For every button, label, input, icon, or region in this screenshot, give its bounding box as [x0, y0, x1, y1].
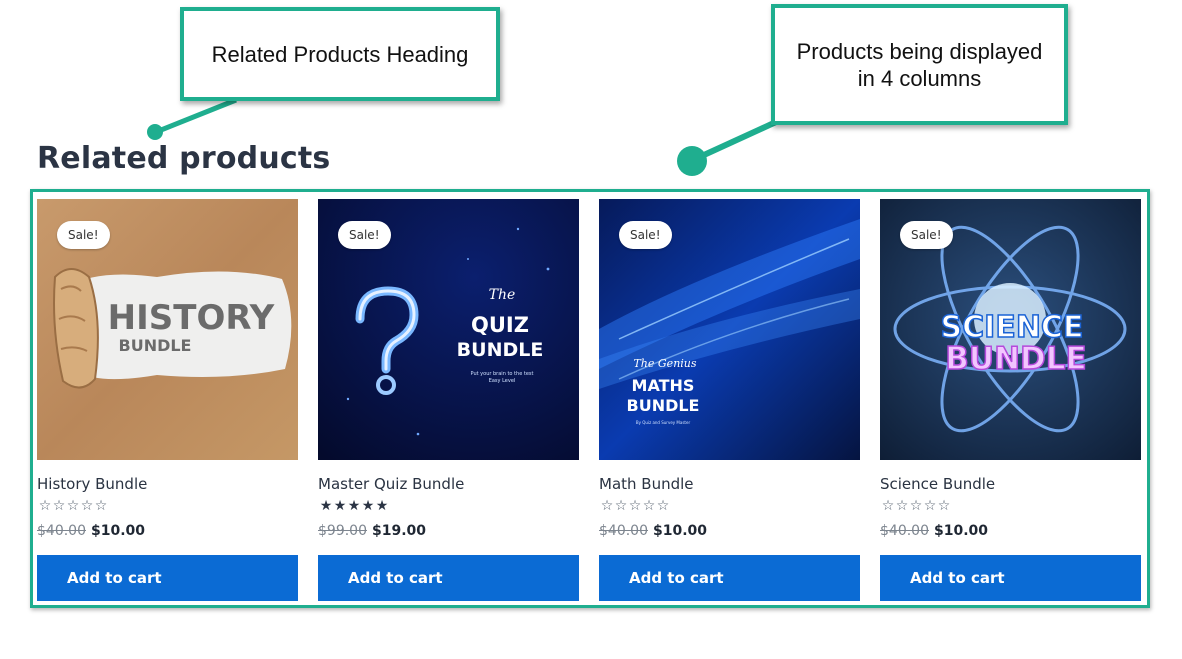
product-price: $40.00 $10.00 [599, 523, 707, 539]
quiz-image-subtitle: BUNDLE [457, 339, 544, 361]
sale-badge: Sale! [57, 221, 110, 249]
annotation-columns-text: Products being displayed in 4 columns [796, 38, 1043, 91]
annotation-heading-callout: Related Products Heading [180, 7, 500, 101]
sale-badge: Sale! [619, 221, 672, 249]
quiz-image-title: QUIZ [471, 313, 529, 337]
product-price: $99.00 $19.00 [318, 523, 426, 539]
product-title[interactable]: Science Bundle [880, 475, 995, 493]
related-products-grid: HISTORY BUNDLE Sale! History Bundle ☆☆☆☆… [37, 199, 1141, 601]
product-card: SCIENCE BUNDLE Sale! Science Bundle ☆☆☆☆… [880, 199, 1141, 601]
columns-connector-dot [677, 146, 707, 176]
star-rating-icon: ★★★★★ [319, 498, 389, 514]
regular-price: $99.00 [318, 523, 367, 539]
quiz-image-level: Easy Level [489, 378, 516, 384]
sale-price: $10.00 [91, 523, 146, 539]
add-to-cart-button[interactable]: Add to cart [318, 555, 579, 601]
history-image-title: HISTORY [108, 298, 275, 338]
star-rating-icon: ☆☆☆☆☆ [600, 498, 670, 514]
sale-badge: Sale! [338, 221, 391, 249]
science-image-title: SCIENCE [941, 310, 1084, 345]
star-rating-icon: ☆☆☆☆☆ [881, 498, 951, 514]
product-title[interactable]: Master Quiz Bundle [318, 475, 464, 493]
product-price: $40.00 $10.00 [37, 523, 145, 539]
product-title[interactable]: History Bundle [37, 475, 147, 493]
quiz-image-the: The [489, 287, 516, 303]
regular-price: $40.00 [880, 523, 929, 539]
maths-image-byline: By Quiz and Survey Master [636, 420, 691, 425]
product-price: $40.00 $10.00 [880, 523, 988, 539]
product-image-science[interactable]: SCIENCE BUNDLE Sale! [880, 199, 1141, 460]
product-card: The Genius MATHS BUNDLE By Quiz and Surv… [599, 199, 860, 601]
heading-connector-dot [147, 124, 163, 140]
maths-image-genius: The Genius [633, 357, 696, 370]
sale-badge: Sale! [900, 221, 953, 249]
sale-price: $10.00 [653, 523, 708, 539]
science-image-subtitle: BUNDLE [945, 341, 1086, 377]
product-card: The QUIZ BUNDLE Put your brain to the te… [318, 199, 579, 601]
regular-price: $40.00 [599, 523, 648, 539]
star-rating-icon: ☆☆☆☆☆ [38, 498, 108, 514]
maths-image-title: MATHS [632, 376, 695, 395]
product-image-maths[interactable]: The Genius MATHS BUNDLE By Quiz and Surv… [599, 199, 860, 460]
add-to-cart-button[interactable]: Add to cart [599, 555, 860, 601]
maths-image-subtitle: BUNDLE [627, 396, 700, 415]
product-image-history[interactable]: HISTORY BUNDLE Sale! [37, 199, 298, 460]
annotation-columns-callout: Products being displayed in 4 columns [771, 4, 1068, 125]
add-to-cart-button[interactable]: Add to cart [37, 555, 298, 601]
history-image-subtitle: BUNDLE [119, 336, 192, 355]
product-title[interactable]: Math Bundle [599, 475, 694, 493]
product-image-quiz[interactable]: The QUIZ BUNDLE Put your brain to the te… [318, 199, 579, 460]
quiz-image-tagline: Put your brain to the test [471, 371, 534, 377]
annotation-heading-text: Related Products Heading [211, 41, 469, 67]
heading-connector-line [155, 97, 237, 135]
add-to-cart-button[interactable]: Add to cart [880, 555, 1141, 601]
product-card: HISTORY BUNDLE Sale! History Bundle ☆☆☆☆… [37, 199, 298, 601]
sale-price: $10.00 [934, 523, 989, 539]
columns-connector-line [691, 119, 778, 163]
sale-price: $19.00 [372, 523, 427, 539]
regular-price: $40.00 [37, 523, 86, 539]
